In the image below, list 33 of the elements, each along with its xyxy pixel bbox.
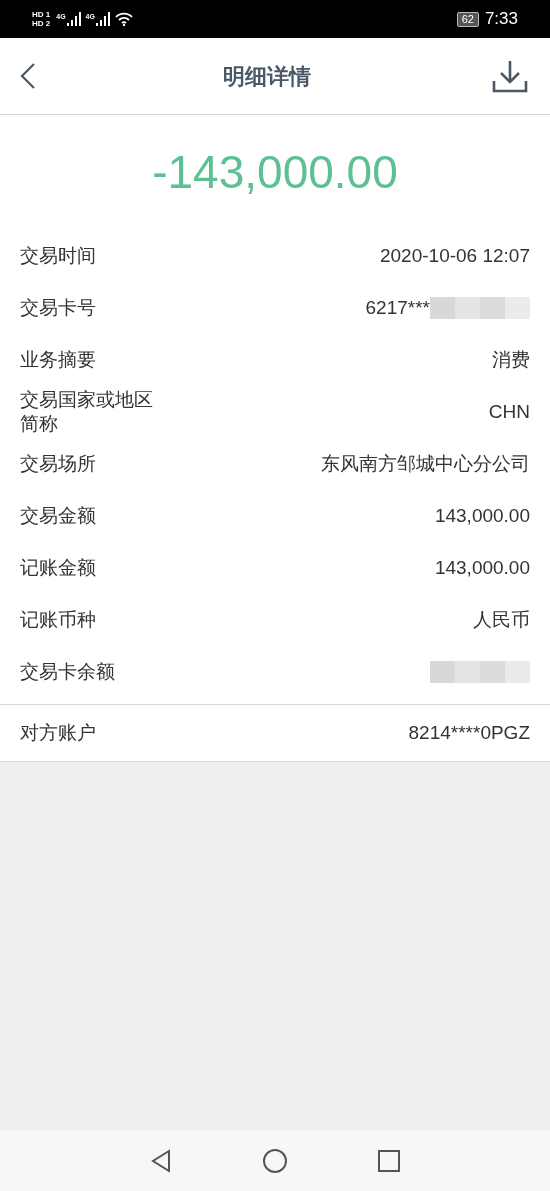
back-nav-button[interactable]: [150, 1149, 172, 1173]
home-button[interactable]: [262, 1148, 288, 1174]
field-value: CHN: [488, 399, 530, 424]
field-value: 人民币: [473, 607, 530, 632]
field-label: 交易场所: [20, 452, 97, 476]
field-label: 交易卡号: [20, 296, 97, 320]
clock-time: 7:33: [484, 8, 518, 31]
field-label: 对方账户: [20, 720, 96, 745]
field-value: 消费: [492, 347, 530, 372]
battery-indicator: 62: [456, 11, 479, 27]
field-value: 2020-10-06 12:07: [380, 243, 530, 268]
signal-icon: [65, 12, 82, 26]
field-value: 143,000.00: [434, 503, 530, 528]
field-label: 业务摘要: [20, 348, 97, 372]
recents-button[interactable]: [378, 1150, 400, 1172]
field-value: 8214****0PGZ: [408, 720, 530, 745]
download-icon: [492, 59, 528, 93]
back-icon: [20, 62, 36, 90]
field-label: 交易卡余额: [20, 660, 116, 684]
amount-value: -143,000.00: [152, 145, 398, 200]
field-label: 记账金额: [20, 556, 97, 580]
wifi-icon: [114, 12, 133, 26]
field-value: 东风南方邹城中心分公司: [321, 451, 530, 476]
sim-label: HD 2: [32, 19, 51, 28]
field-label: 记账币种: [20, 608, 97, 632]
field-value: 143,000.00: [434, 555, 530, 580]
field-label: 交易国家或地区简称: [20, 388, 154, 436]
sim-label: HD 1: [32, 10, 51, 19]
signal-icon: [94, 12, 111, 26]
field-label: 交易金额: [20, 504, 97, 528]
field-value: 6217***: [365, 295, 430, 320]
page-title: 明细详情: [222, 62, 312, 91]
field-label: 交易时间: [20, 244, 97, 268]
